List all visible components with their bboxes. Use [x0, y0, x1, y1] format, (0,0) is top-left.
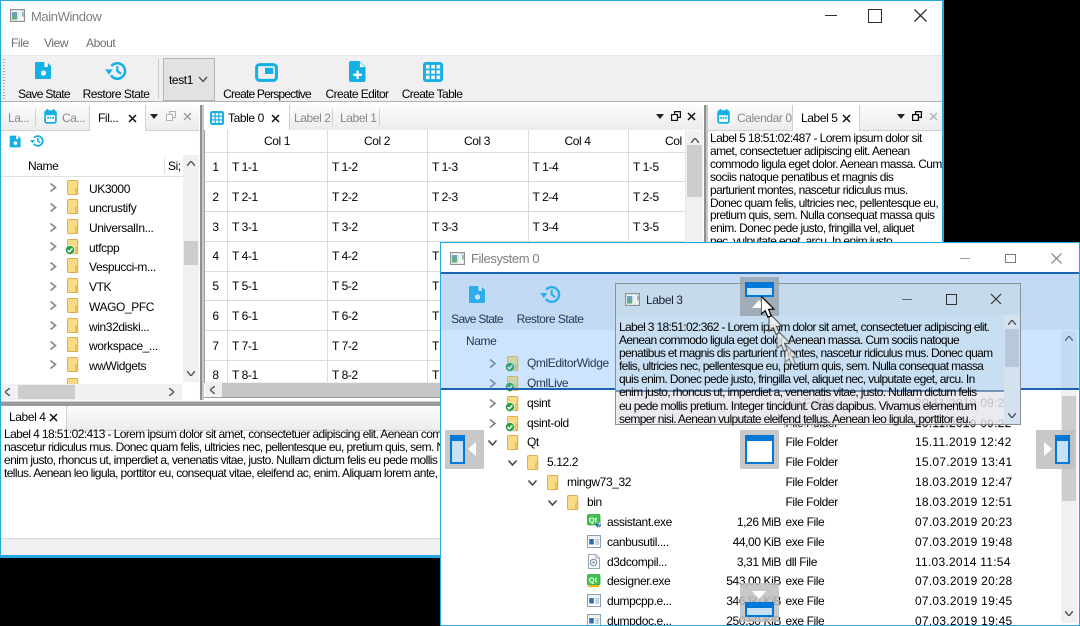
- svg-text:Qt: Qt: [589, 575, 598, 584]
- svg-text:?: ?: [597, 522, 601, 528]
